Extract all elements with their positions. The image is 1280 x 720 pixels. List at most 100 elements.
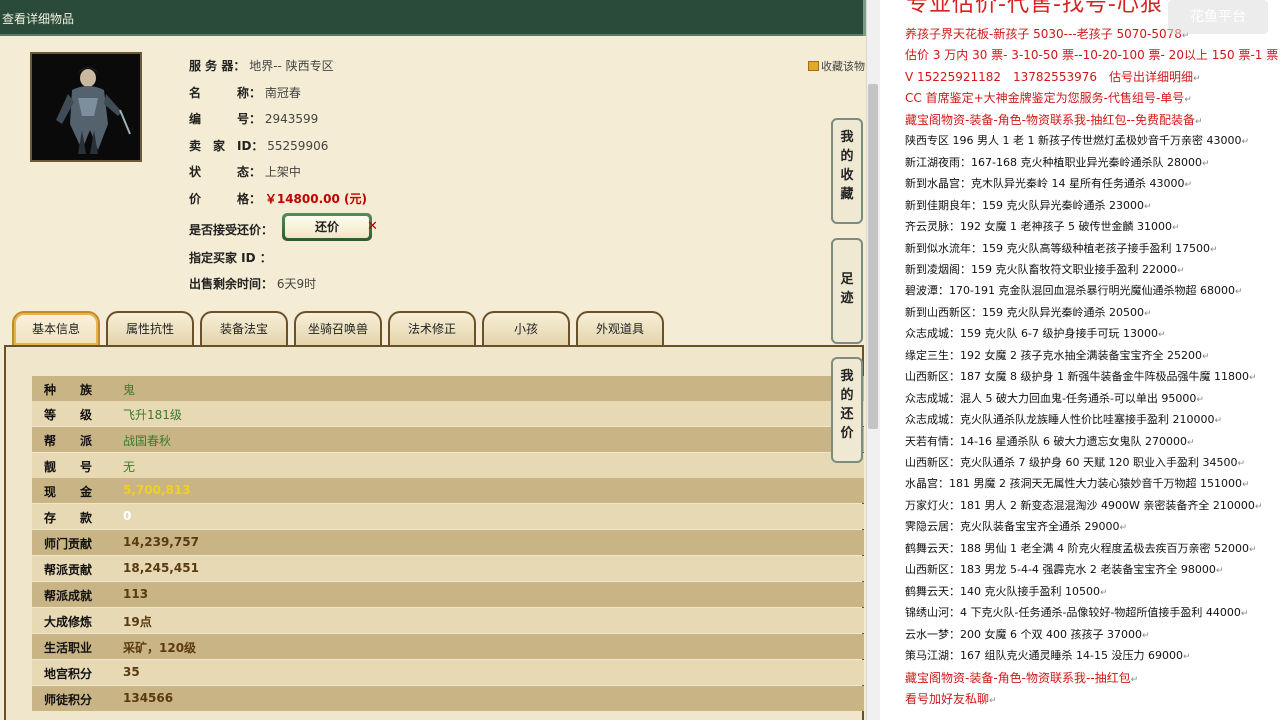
tab-label: 属性抗性 [125,322,174,336]
ad-line: 鹤舞云天：188 男仙 1 老全满 4 阶克火程度孟极去疾百万亲密 52000↵ [905,541,1257,555]
tab-basic-info[interactable]: 基本信息 [12,311,100,345]
close-icon[interactable]: ✕ [367,219,378,234]
line-break-icon: ↵ [1241,137,1250,148]
ad-header: 专业估价-代售-找号-心狼 [906,0,1163,17]
bargain-label: 是否接受还价： [189,223,274,237]
number-row: 编 号： 2943599 [189,110,318,126]
ad-line: 新到水晶宫：克木队异光秦岭 14 星所有任务通杀 43000↵ [905,177,1193,191]
ad-line: 新到佳期良年：159 克火队异光秦岭通杀 23000↵ [905,198,1152,212]
tab-label: 外观道具 [595,322,644,336]
ad-line: 藏宝阁物资-装备-角色-物资联系我--抽红包↵ [905,670,1139,685]
line-break-icon: ↵ [1099,587,1108,598]
line-break-icon: ↵ [1143,201,1152,212]
seller-row: 卖 家 ID： 55259906 [189,137,328,153]
ad-line: 养孩子界天花板-新孩子 5030---老孩子 5070-5078↵ [905,27,1190,41]
side-button-char: 还 [840,407,854,422]
table-row: 存 款 0 [32,504,864,529]
side-button-char: 的 [840,388,854,403]
line-break-icon: ↵ [1141,630,1150,641]
line-break-icon: ↵ [1186,437,1195,448]
my-bargains-button[interactable]: 我 的 还 价 [831,357,863,463]
bargain-button-label: 还价 [285,216,369,238]
status-label: 状 态： [189,165,262,179]
ad-line: 新到凌烟阁：159 克火队畜牧符文职业接手盈利 22000↵ [905,262,1185,276]
favorite-icon [808,61,819,71]
line-break-icon: ↵ [1157,330,1166,341]
table-row: 靓 号无 [32,453,864,478]
my-favorites-button[interactable]: 我 的 收 藏 [831,118,863,224]
footprints-button[interactable]: 足 迹 [831,238,863,344]
line-break-icon: ↵ [1214,416,1223,427]
stat-value: 5,700,813 [123,483,191,497]
seller-label: 卖 家 ID： [189,139,264,153]
line-break-icon: ↵ [1184,180,1193,191]
stat-value: 采矿，120级 [123,641,197,655]
favorite-link[interactable]: 收藏该物 [808,58,865,74]
server-label: 服 务 器： [189,59,246,73]
ad-line: 藏宝阁物资-装备-角色-物资联系我-抽红包--免费配装备↵ [905,112,1203,127]
tab-label: 坐骑召唤兽 [307,322,368,336]
platform-watermark: 花鱼平台 [1168,0,1268,34]
item-detail-window: 查看详细物品 服 务 器： 地界-- 陕西专区 名 称： 南冠春 编 号： 29… [0,0,866,720]
stat-key: 大成修炼 [44,615,93,629]
window-title: 查看详细物品 [2,12,75,26]
seller-value: 55259906 [267,139,329,153]
line-break-icon: ↵ [1119,523,1128,534]
stat-key: 现 金 [44,485,93,499]
stat-key: 存 款 [44,511,93,525]
ad-text-panel: 专业估价-代售-找号-心狼 养孩子界天花板-新孩子 5030---老孩子 507… [880,0,1280,720]
name-value: 南冠春 [264,86,301,100]
side-button-char: 收 [840,168,854,183]
tab-spell-modifiers[interactable]: 法术修正 [388,311,476,345]
side-button-char: 藏 [840,187,854,202]
table-row: 师徒积分 134566 [32,686,864,711]
stat-key: 帮派贡献 [44,563,93,577]
stat-value: 无 [123,460,136,474]
scrollbar-thumb[interactable] [868,84,878,429]
tab-appearance-items[interactable]: 外观道具 [576,311,664,345]
ad-line: 齐云灵脉：192 女魔 1 老神孩子 5 破传世金麟 31000↵ [905,220,1180,234]
line-break-icon: ↵ [1209,244,1218,255]
buyer-row: 指定买家 ID ： [189,249,272,265]
price-value: ￥14800.00 (元) [264,192,367,206]
side-button-char: 的 [840,149,854,164]
table-row: 帮派成就 113 [32,582,864,607]
ad-line: 天若有情：14-16 星通杀队 6 破大力遗忘女鬼队 270000↵ [905,434,1195,448]
tab-attributes[interactable]: 属性抗性 [106,311,194,345]
tab-label: 小孩 [513,322,538,336]
status-value: 上架中 [264,165,301,179]
number-label: 编 号： [189,112,262,126]
stat-key: 生活职业 [44,641,93,655]
ad-line: 鹤舞云天：140 克火队接手盈利 10500↵ [905,584,1108,598]
line-break-icon: ↵ [1201,158,1210,169]
tab-mounts-pets[interactable]: 坐骑召唤兽 [294,311,382,345]
stat-key: 帮派成就 [44,589,93,603]
stat-key: 靓 号 [44,460,93,474]
time-left-row: 出售剩余时间： 6天9时 [189,275,316,291]
line-break-icon: ↵ [1201,351,1210,362]
tab-children[interactable]: 小孩 [482,311,570,345]
line-break-icon: ↵ [1143,308,1152,319]
ad-line: 水晶宫：181 男魔 2 孩洞天无属性大力装心猿妙音千万物超 151000↵ [905,477,1250,491]
ad-line: 众志成城：混人 5 破大力回血鬼-任务通杀-可以单出 95000↵ [905,391,1204,405]
side-button-char: 我 [840,130,854,145]
buyer-label: 指定买家 ID ： [189,251,272,265]
line-break-icon: ↵ [1171,223,1180,234]
table-row: 现 金 5,700,813 [32,478,864,503]
table-row: 种 族鬼 [32,376,864,401]
stat-value: 113 [123,587,149,601]
line-break-icon: ↵ [1130,674,1139,685]
character-avatar [30,52,142,162]
table-row: 帮派贡献 18,245,451 [32,556,864,581]
ad-line: 新江湖夜雨：167-168 克火种植职业异光秦岭通杀队 28000↵ [905,155,1210,169]
line-break-icon: ↵ [1196,394,1204,405]
table-row: 帮 派 战国春秋 [32,427,864,452]
line-break-icon: ↵ [1237,459,1246,469]
stat-value: 飞升181级 [123,408,182,422]
price-label: 价 格： [189,192,262,206]
bargain-row: 是否接受还价： [189,221,273,237]
window-titlebar: 查看详细物品 [0,0,866,36]
line-break-icon: ↵ [1215,566,1224,577]
bargain-button[interactable]: 还价 [282,213,372,241]
tab-equipment[interactable]: 装备法宝 [200,311,288,345]
